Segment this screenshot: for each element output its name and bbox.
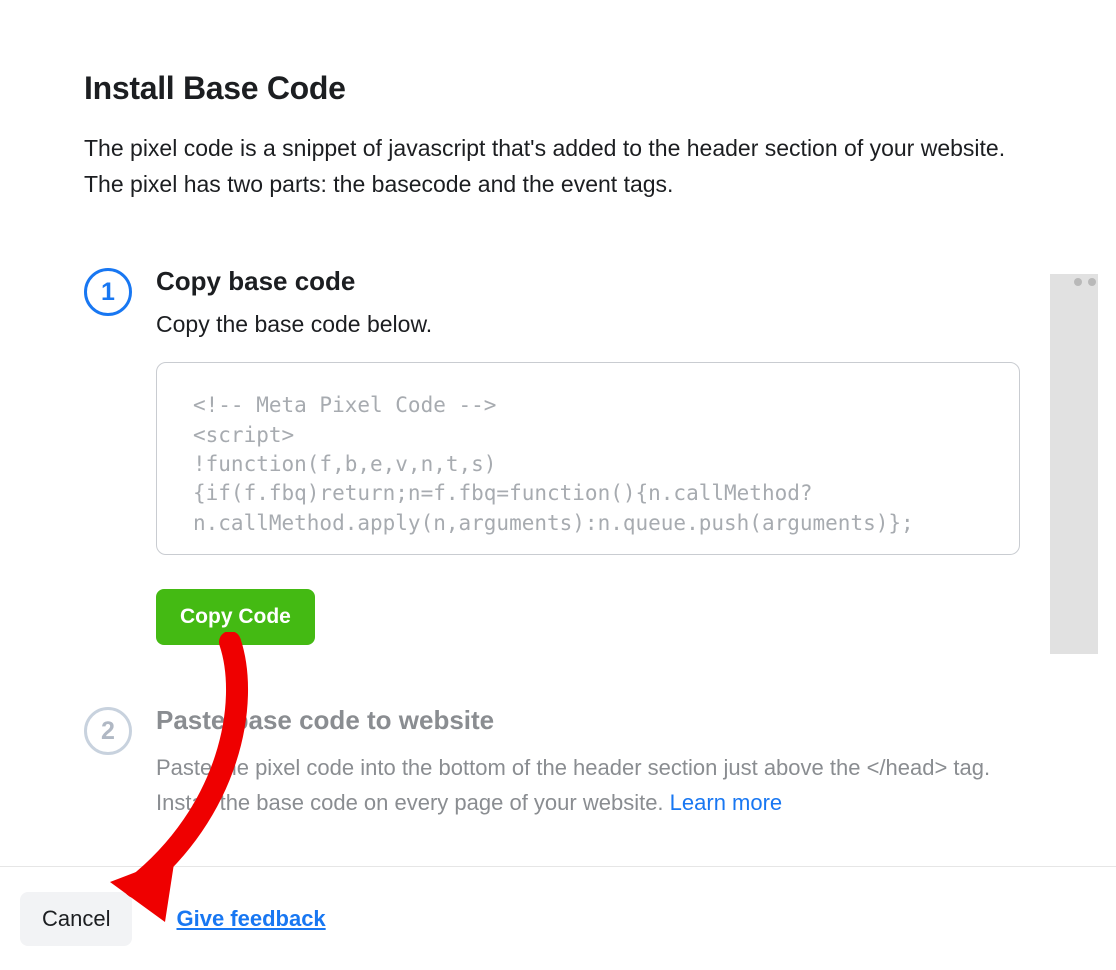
cancel-button[interactable]: Cancel — [20, 892, 132, 946]
window-dots-icon — [1074, 278, 1096, 286]
step-2-desc-text: Paste the pixel code into the bottom of … — [156, 755, 990, 815]
step-number-1: 1 — [84, 268, 132, 316]
step-1-title: Copy base code — [156, 266, 1020, 297]
page-description: The pixel code is a snippet of javascrip… — [84, 131, 1020, 202]
footer-divider — [0, 866, 1116, 867]
scrollbar-rail[interactable] — [1050, 274, 1098, 654]
step-1-subtitle: Copy the base code below. — [156, 311, 1020, 338]
step-number-2: 2 — [84, 707, 132, 755]
step-2: 2 Paste base code to website Paste the p… — [84, 705, 1020, 820]
code-snippet-box[interactable]: <!-- Meta Pixel Code --> <script> !funct… — [156, 362, 1020, 555]
page-title: Install Base Code — [84, 70, 1020, 107]
step-2-description: Paste the pixel code into the bottom of … — [156, 750, 1020, 820]
learn-more-link[interactable]: Learn more — [670, 790, 783, 815]
step-1: 1 Copy base code Copy the base code belo… — [84, 266, 1020, 645]
step-2-title: Paste base code to website — [156, 705, 1020, 736]
copy-code-button[interactable]: Copy Code — [156, 589, 315, 645]
give-feedback-link[interactable]: Give feedback — [176, 906, 325, 932]
